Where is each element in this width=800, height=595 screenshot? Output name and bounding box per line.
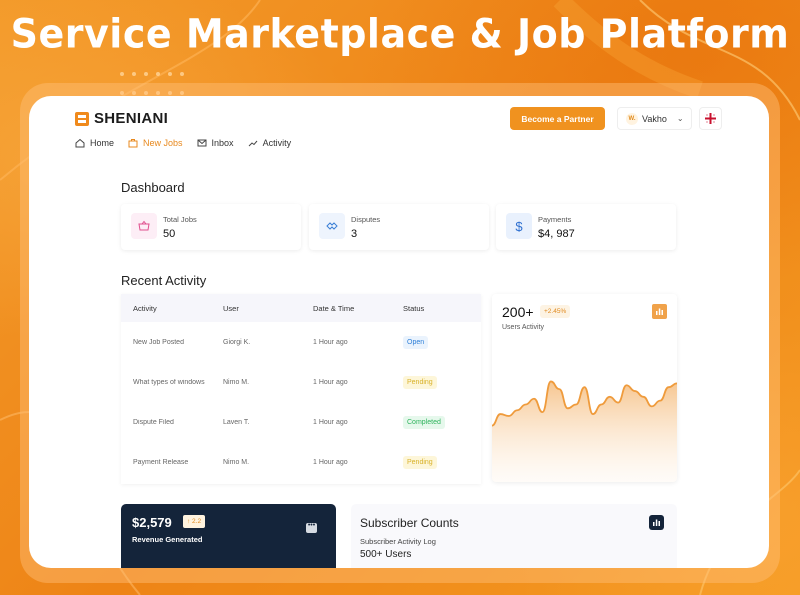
user-avatar: W. bbox=[626, 112, 638, 125]
nav-item-activity[interactable]: Activity bbox=[248, 138, 292, 148]
revenue-label: Revenue Generated bbox=[132, 535, 203, 544]
revenue-card[interactable]: $2,579 ↑ 2.2 Revenue Generated ••• bbox=[121, 504, 336, 568]
time-cell: 1 Hour ago bbox=[313, 338, 348, 346]
chevron-down-icon: ⌄ bbox=[676, 114, 684, 123]
time-cell: 1 Hour ago bbox=[313, 418, 348, 426]
activity-cell: Dispute Filed bbox=[133, 418, 174, 426]
users-activity-label: Users Activity bbox=[502, 324, 545, 331]
column-header[interactable]: Date & Time bbox=[301, 304, 391, 313]
become-partner-button[interactable]: Become a Partner bbox=[510, 107, 605, 130]
revenue-amount: $2,579 bbox=[132, 515, 172, 530]
nav-item-home[interactable]: Home bbox=[75, 138, 114, 148]
bar-chart-icon[interactable] bbox=[649, 515, 664, 530]
users-count: 200+ bbox=[502, 304, 534, 320]
activity-cell: Payment Release bbox=[133, 458, 189, 466]
nav-label: Activity bbox=[262, 138, 292, 148]
stat-label: Disputes bbox=[351, 215, 381, 224]
mail-icon bbox=[197, 138, 207, 148]
stat-label: Payments bbox=[538, 215, 572, 224]
nav-label: Home bbox=[90, 138, 115, 148]
users-activity-card[interactable]: 200+ +2.45% Users Activity bbox=[492, 294, 677, 482]
brand-name: SHENIANI bbox=[94, 110, 169, 127]
georgia-flag-icon bbox=[705, 113, 716, 124]
subscriber-log-label: Subscriber Activity Log bbox=[360, 537, 436, 546]
stat-card-disputes[interactable]: Disputes 3 bbox=[309, 204, 489, 250]
table-row[interactable]: Dispute Filed Laven T. 1 Hour ago Comple… bbox=[121, 402, 481, 442]
basket-icon bbox=[131, 213, 157, 239]
status-badge: Pending bbox=[403, 455, 437, 469]
stat-label: Total Jobs bbox=[163, 215, 197, 224]
stat-card-total-jobs[interactable]: Total Jobs 50 bbox=[121, 204, 301, 250]
user-cell: Giorgi K. bbox=[223, 338, 251, 346]
user-menu[interactable]: W. Vakho ⌄ bbox=[617, 107, 692, 130]
home-icon bbox=[75, 138, 85, 148]
user-cell: Laven T. bbox=[223, 418, 250, 426]
activity-cell: New Job Posted bbox=[133, 338, 184, 346]
stat-value: 50 bbox=[163, 228, 176, 240]
bar-chart-icon[interactable] bbox=[652, 304, 667, 319]
nav-item-inbox[interactable]: Inbox bbox=[197, 138, 234, 148]
briefcase-icon bbox=[128, 138, 138, 148]
growth-badge: +2.45% bbox=[540, 305, 571, 318]
time-cell: 1 Hour ago bbox=[313, 378, 348, 386]
status-badge: Open bbox=[403, 335, 429, 349]
user-cell: Nimo M. bbox=[223, 378, 250, 386]
nav-label: New Jobs bbox=[143, 138, 183, 148]
subscriber-count: 500+ Users bbox=[360, 549, 412, 560]
nav-item-new-jobs[interactable]: New Jobs bbox=[128, 138, 183, 148]
stat-card-payments[interactable]: $ Payments $4, 987 bbox=[496, 204, 676, 250]
more-options-icon[interactable]: ••• bbox=[306, 522, 317, 533]
stat-value: $4, 987 bbox=[538, 228, 575, 240]
table-header: Activity User Date & Time Status bbox=[121, 294, 481, 322]
users-activity-chart bbox=[492, 380, 677, 482]
user-name: Vakho bbox=[642, 113, 667, 124]
dollar-icon: $ bbox=[506, 213, 532, 239]
stat-value: 3 bbox=[351, 228, 358, 240]
nav-label: Inbox bbox=[211, 138, 234, 148]
activity-table: Activity User Date & Time Status New Job… bbox=[121, 294, 481, 484]
table-row[interactable]: Payment Release Nimo M. 1 Hour ago Pendi… bbox=[121, 442, 481, 482]
dashboard-title: Dashboard bbox=[121, 180, 185, 195]
subscriber-title: Subscriber Counts bbox=[360, 516, 459, 530]
hero-title: Service Marketplace & Job Platform bbox=[10, 10, 790, 58]
status-badge: Pending bbox=[403, 375, 437, 389]
table-row[interactable]: New Job Posted Giorgi K. 1 Hour ago Open bbox=[121, 322, 481, 362]
app-window: SHENIANI Become a Partner W. Vakho ⌄ Hom… bbox=[29, 96, 769, 568]
brand-logo[interactable]: SHENIANI bbox=[75, 110, 168, 127]
language-selector[interactable] bbox=[699, 107, 722, 130]
column-header[interactable]: User bbox=[211, 304, 301, 313]
revenue-change-badge: ↑ 2.2 bbox=[183, 515, 206, 528]
trend-icon bbox=[248, 138, 258, 148]
chart-area-fill bbox=[492, 381, 677, 482]
time-cell: 1 Hour ago bbox=[313, 458, 348, 466]
recent-activity-title: Recent Activity bbox=[121, 273, 207, 288]
activity-cell: What types of windows bbox=[133, 378, 205, 386]
status-badge: Completed bbox=[403, 415, 445, 429]
column-header[interactable]: Status bbox=[391, 304, 481, 313]
user-cell: Nimo M. bbox=[223, 458, 250, 466]
column-header[interactable]: Activity bbox=[121, 304, 211, 313]
logo-icon bbox=[75, 111, 89, 126]
handshake-icon bbox=[319, 213, 345, 239]
subscriber-card[interactable]: Subscriber Counts Subscriber Activity Lo… bbox=[351, 504, 677, 568]
table-row[interactable]: What types of windows Nimo M. 1 Hour ago… bbox=[121, 362, 481, 402]
main-nav: Home New Jobs Inbox Activity bbox=[75, 138, 305, 148]
